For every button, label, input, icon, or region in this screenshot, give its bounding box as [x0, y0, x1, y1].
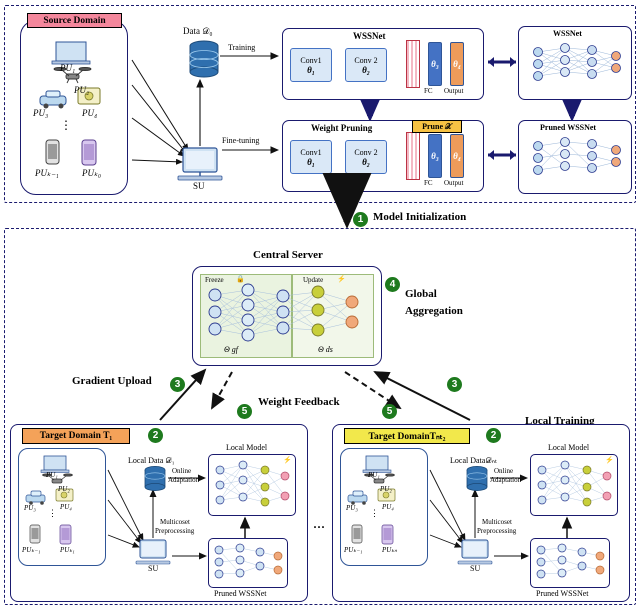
target-right-pruned-graph: [536, 543, 605, 579]
